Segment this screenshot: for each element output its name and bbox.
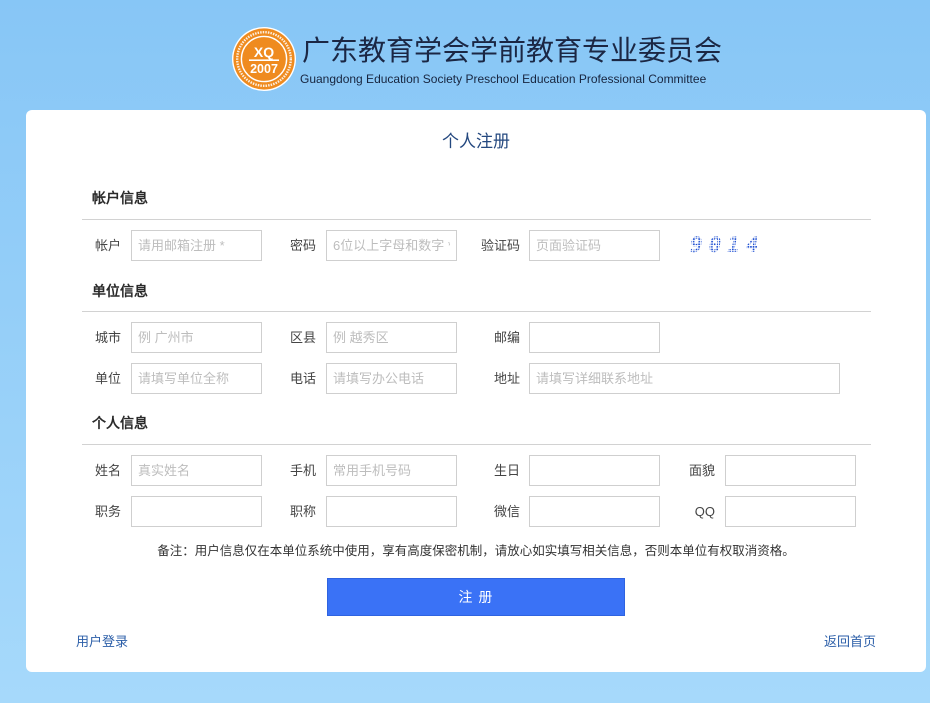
captcha-input[interactable] — [529, 230, 660, 261]
section-heading-personal: 个人信息 — [92, 415, 148, 431]
city-input[interactable] — [131, 322, 262, 353]
political-status-label: 面貌 — [688, 463, 715, 478]
wechat-input[interactable] — [529, 496, 660, 527]
mobile-label: 手机 — [289, 463, 316, 478]
city-label: 城市 — [94, 330, 121, 345]
form-row-personal-1: 姓名 手机 生日 面貌 — [26, 455, 926, 486]
page: XQ 2007 广东教育学会学前教育专业委员会 Guangdong Educat… — [0, 0, 930, 703]
section-divider-organization — [82, 311, 871, 312]
name-input[interactable] — [131, 455, 262, 486]
qq-label: QQ — [694, 504, 715, 519]
office-phone-input[interactable] — [326, 363, 457, 394]
back-home-link[interactable]: 返回首页 — [824, 633, 876, 651]
register-button[interactable]: 注 册 — [327, 578, 625, 616]
user-login-link[interactable]: 用户登录 — [76, 633, 128, 651]
form-row-location: 城市 区县 邮编 — [26, 322, 926, 353]
address-label: 地址 — [493, 371, 520, 386]
position-label: 职务 — [94, 504, 121, 519]
captcha-label: 验证码 — [480, 238, 520, 253]
account-email-input[interactable] — [131, 230, 262, 261]
registration-card: 个人注册 帐户信息 帐户 密码 验证码 9014 单位信息 城市 区县 邮编 单… — [26, 110, 926, 672]
form-row-personal-2: 职务 职称 微信 QQ — [26, 496, 926, 527]
job-title-input[interactable] — [326, 496, 457, 527]
logo-text-year: 2007 — [250, 62, 278, 76]
district-input[interactable] — [326, 322, 457, 353]
page-title: 个人注册 — [442, 132, 510, 151]
xq-logo-icon: XQ 2007 — [232, 27, 296, 91]
site-title: 广东教育学会学前教育专业委员会 — [302, 35, 723, 66]
section-divider-account — [82, 219, 871, 220]
organization-label: 单位 — [94, 371, 121, 386]
address-input[interactable] — [529, 363, 840, 394]
political-status-input[interactable] — [725, 455, 856, 486]
job-title-label: 职称 — [289, 504, 316, 519]
postcode-label: 邮编 — [493, 330, 520, 345]
account-label: 帐户 — [94, 238, 121, 253]
postcode-input[interactable] — [529, 322, 660, 353]
section-divider-personal — [82, 444, 871, 445]
privacy-note: 备注：用户信息仅在本单位系统中使用，享有高度保密机制，请放心如实填写相关信息，否… — [157, 544, 795, 558]
logo-text-xq: XQ — [254, 44, 274, 60]
password-input[interactable] — [326, 230, 457, 261]
password-label: 密码 — [289, 238, 316, 253]
district-label: 区县 — [289, 330, 316, 345]
birthday-input[interactable] — [529, 455, 660, 486]
office-phone-label: 电话 — [289, 371, 316, 386]
captcha-image[interactable]: 9014 — [690, 230, 765, 261]
site-subtitle: Guangdong Education Society Preschool Ed… — [300, 72, 707, 86]
position-input[interactable] — [131, 496, 262, 527]
name-label: 姓名 — [94, 463, 121, 478]
section-heading-organization: 单位信息 — [92, 283, 148, 299]
organization-input[interactable] — [131, 363, 262, 394]
birthday-label: 生日 — [493, 463, 520, 478]
form-row-account: 帐户 密码 验证码 9014 — [26, 230, 926, 261]
section-heading-account: 帐户信息 — [92, 190, 148, 206]
wechat-label: 微信 — [493, 504, 520, 519]
form-row-organization: 单位 电话 地址 — [26, 363, 926, 394]
mobile-input[interactable] — [326, 455, 457, 486]
qq-input[interactable] — [725, 496, 856, 527]
